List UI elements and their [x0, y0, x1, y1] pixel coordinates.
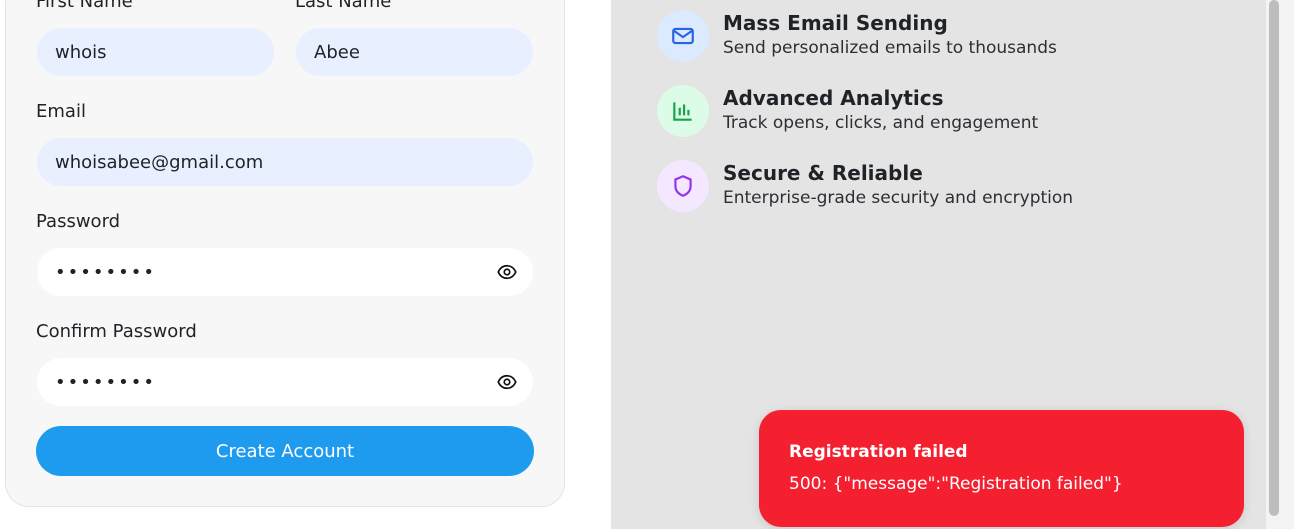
- feature-analytics: Advanced Analytics Track opens, clicks, …: [657, 85, 1038, 137]
- confirm-password-input[interactable]: ••••••••: [37, 358, 533, 406]
- feature-mass-email: Mass Email Sending Send personalized ema…: [657, 10, 1057, 62]
- feature-desc: Send personalized emails to thousands: [723, 38, 1057, 58]
- last-name-input[interactable]: Abee: [296, 28, 533, 76]
- email-value: whoisabee@gmail.com: [55, 151, 264, 173]
- mail-icon: [657, 10, 709, 62]
- last-name-label: Last Name: [295, 0, 392, 12]
- feature-secure: Secure & Reliable Enterprise-grade secur…: [657, 160, 1073, 212]
- toast-message: 500: {"message":"Registration failed"}: [789, 474, 1123, 494]
- password-label: Password: [36, 211, 121, 232]
- feature-desc: Enterprise-grade security and encryption: [723, 188, 1074, 208]
- last-name-value: Abee: [314, 41, 360, 63]
- feature-desc: Track opens, clicks, and engagement: [723, 113, 1039, 133]
- feature-title: Advanced Analytics: [723, 86, 944, 110]
- create-account-button[interactable]: Create Account: [36, 426, 534, 476]
- eye-icon[interactable]: [497, 372, 517, 392]
- email-input[interactable]: whoisabee@gmail.com: [37, 138, 533, 186]
- scrollbar-thumb[interactable]: [1269, 0, 1279, 516]
- first-name-value: whois: [55, 41, 107, 63]
- toast-title: Registration failed: [789, 442, 968, 462]
- password-input[interactable]: ••••••••: [37, 248, 533, 296]
- chart-icon: [657, 85, 709, 137]
- feature-title: Mass Email Sending: [723, 11, 948, 35]
- first-name-label: First Name: [36, 0, 133, 12]
- feature-title: Secure & Reliable: [723, 161, 923, 185]
- password-value: ••••••••: [55, 261, 156, 283]
- confirm-password-value: ••••••••: [55, 371, 156, 393]
- confirm-password-label: Confirm Password: [36, 321, 197, 342]
- shield-icon: [657, 160, 709, 212]
- first-name-input[interactable]: whois: [37, 28, 274, 76]
- error-toast[interactable]: Registration failed 500: {"message":"Reg…: [759, 410, 1244, 527]
- email-label: Email: [36, 101, 86, 122]
- eye-icon[interactable]: [497, 262, 517, 282]
